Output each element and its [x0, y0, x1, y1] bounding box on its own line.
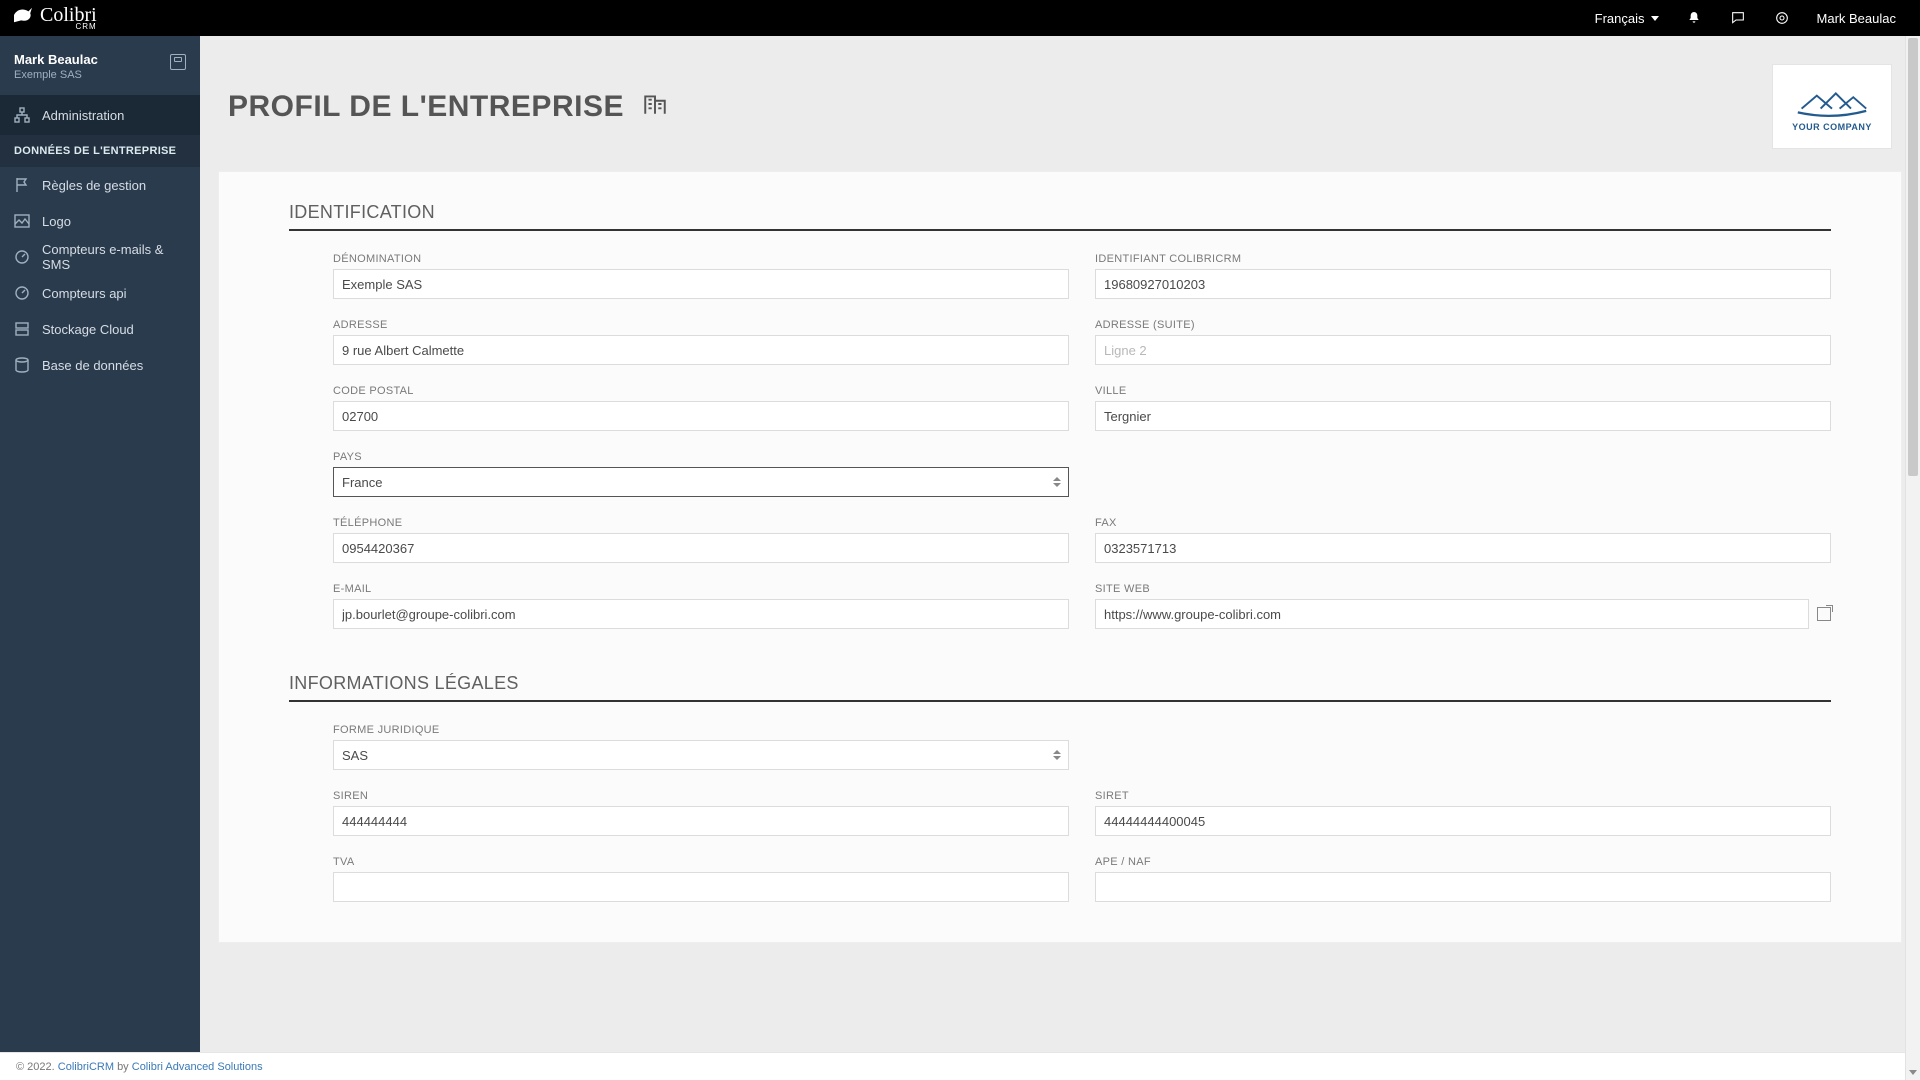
- label-tva: TVA: [333, 856, 1069, 868]
- gauge-icon: [14, 285, 30, 301]
- sidebar-item-email-sms-counters[interactable]: Compteurs e-mails & SMS: [0, 239, 200, 275]
- scrollbar-thumb[interactable]: [1908, 38, 1918, 476]
- footer: © 2022. ColibriCRM by Colibri Advanced S…: [0, 1052, 1920, 1080]
- label-ape: APE / NAF: [1095, 856, 1831, 868]
- flag-icon: [14, 177, 30, 193]
- external-link-icon[interactable]: [1817, 607, 1831, 621]
- messages-button[interactable]: [1729, 9, 1747, 27]
- current-user-name: Mark Beaulac: [1817, 11, 1896, 26]
- notifications-button[interactable]: [1685, 9, 1703, 27]
- house-roofs-icon: [1792, 82, 1872, 120]
- input-ape[interactable]: [1095, 872, 1831, 902]
- footer-company-link[interactable]: Colibri Advanced Solutions: [132, 1061, 263, 1073]
- sidebar-section-company-data: DONNÉES DE L'ENTREPRISE: [0, 135, 200, 167]
- sidebar-item-label: Administration: [42, 108, 124, 123]
- server-icon: [14, 321, 30, 337]
- sidebar-item-label: Compteurs e-mails & SMS: [42, 242, 186, 272]
- select-legal-form[interactable]: [333, 740, 1069, 770]
- footer-product-link[interactable]: ColibriCRM: [58, 1061, 114, 1073]
- building-icon: [642, 91, 668, 122]
- input-website[interactable]: [1095, 599, 1809, 629]
- company-logo-text: YOUR COMPANY: [1792, 122, 1872, 132]
- input-city[interactable]: [1095, 401, 1831, 431]
- brand-logo[interactable]: Colibri CRM: [12, 6, 97, 31]
- label-denomination: DÉNOMINATION: [333, 253, 1069, 265]
- sidebar-item-label: Compteurs api: [42, 286, 127, 301]
- input-postal[interactable]: [333, 401, 1069, 431]
- select-country[interactable]: [333, 467, 1069, 497]
- sidebar-user-name: Mark Beaulac: [14, 52, 98, 67]
- input-siret[interactable]: [1095, 806, 1831, 836]
- gauge-icon: [14, 249, 30, 265]
- main-content: PROFIL DE L'ENTREPRISE YOUR COMPANY IDEN…: [200, 36, 1920, 1052]
- page-header: PROFIL DE L'ENTREPRISE YOUR COMPANY: [200, 36, 1920, 171]
- label-fax: FAX: [1095, 517, 1831, 529]
- label-address: ADRESSE: [333, 319, 1069, 331]
- sidebar-item-database[interactable]: Base de données: [0, 347, 200, 383]
- language-label: Français: [1595, 11, 1645, 26]
- sitemap-icon: [14, 107, 30, 123]
- company-logo: YOUR COMPANY: [1772, 64, 1892, 149]
- label-address2: ADRESSE (SUITE): [1095, 319, 1831, 331]
- chevron-down-icon: [1651, 16, 1659, 21]
- vertical-scrollbar[interactable]: [1905, 36, 1920, 1080]
- footer-by: by: [117, 1061, 129, 1073]
- input-tva[interactable]: [333, 872, 1069, 902]
- input-phone[interactable]: [333, 533, 1069, 563]
- sidebar-item-administration[interactable]: Administration: [0, 95, 200, 135]
- input-denomination[interactable]: [333, 269, 1069, 299]
- scrollbar-down-button[interactable]: [1906, 1065, 1920, 1080]
- label-email: E-MAIL: [333, 583, 1069, 595]
- caret-down-icon: [1909, 1070, 1917, 1075]
- form-panel: IDENTIFICATION DÉNOMINATION IDENTIFIANT …: [218, 171, 1902, 943]
- sidebar-item-cloud-storage[interactable]: Stockage Cloud: [0, 311, 200, 347]
- sidebar-user-company: Exemple SAS: [14, 69, 98, 81]
- sidebar-item-label: Stockage Cloud: [42, 322, 134, 337]
- input-fax[interactable]: [1095, 533, 1831, 563]
- sidebar-item-rules[interactable]: Règles de gestion: [0, 167, 200, 203]
- input-address2[interactable]: [1095, 335, 1831, 365]
- label-legal-form: FORME JURIDIQUE: [333, 724, 1069, 736]
- sidebar-user-block: Mark Beaulac Exemple SAS: [0, 36, 200, 95]
- current-user[interactable]: Mark Beaulac: [1817, 11, 1896, 26]
- chat-icon: [1729, 9, 1747, 27]
- sidebar-item-label: Base de données: [42, 358, 143, 373]
- label-phone: TÉLÉPHONE: [333, 517, 1069, 529]
- image-icon: [14, 213, 30, 229]
- language-selector[interactable]: Français: [1595, 11, 1659, 26]
- label-city: VILLE: [1095, 385, 1831, 397]
- label-country: PAYS: [333, 451, 1069, 463]
- sidebar: Mark Beaulac Exemple SAS Administration …: [0, 36, 200, 1080]
- sidebar-item-label: Logo: [42, 214, 71, 229]
- input-address[interactable]: [333, 335, 1069, 365]
- label-siren: SIREN: [333, 790, 1069, 802]
- sidebar-item-api-counters[interactable]: Compteurs api: [0, 275, 200, 311]
- input-email[interactable]: [333, 599, 1069, 629]
- input-colibri-id[interactable]: [1095, 269, 1831, 299]
- bell-icon: [1685, 9, 1703, 27]
- lifebuoy-icon: [1773, 9, 1791, 27]
- hummingbird-icon: [12, 6, 34, 24]
- contact-card-icon[interactable]: [170, 54, 186, 70]
- label-colibri-id: IDENTIFIANT COLIBRICRM: [1095, 253, 1831, 265]
- label-siret: SIRET: [1095, 790, 1831, 802]
- sidebar-item-label: Règles de gestion: [42, 178, 146, 193]
- label-website: SITE WEB: [1095, 583, 1831, 595]
- sidebar-item-logo[interactable]: Logo: [0, 203, 200, 239]
- label-postal: CODE POSTAL: [333, 385, 1069, 397]
- help-button[interactable]: [1773, 9, 1791, 27]
- section-identification: IDENTIFICATION: [289, 202, 1831, 231]
- database-icon: [14, 357, 30, 373]
- topbar: Colibri CRM Français Mark Beaulac: [0, 0, 1920, 36]
- brand-name: Colibri: [40, 6, 97, 24]
- page-title: PROFIL DE L'ENTREPRISE: [228, 90, 624, 124]
- input-siren[interactable]: [333, 806, 1069, 836]
- footer-copyright: © 2022.: [16, 1061, 55, 1073]
- section-legal: INFORMATIONS LÉGALES: [289, 673, 1831, 702]
